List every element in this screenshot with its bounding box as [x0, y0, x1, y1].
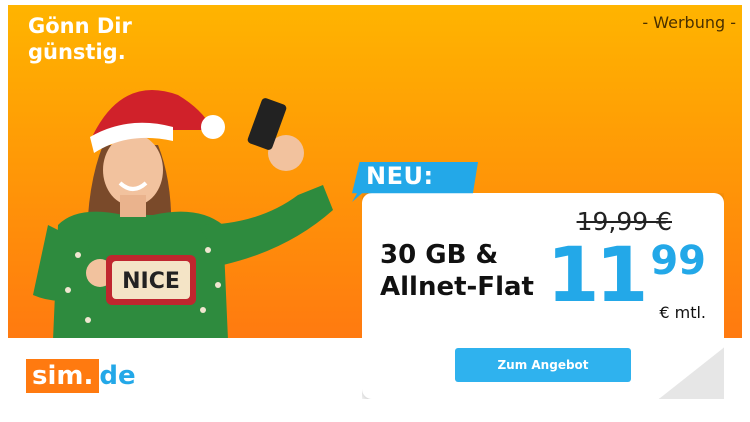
- offer-line-1: 30 GB &: [380, 240, 499, 270]
- logo-sim: sim.: [26, 359, 100, 393]
- price-integer: 11: [546, 230, 649, 319]
- price-decimal: 99: [650, 238, 706, 284]
- ad-label: - Werbung -: [642, 13, 736, 32]
- slogan: Gönn Dir günstig.: [28, 13, 132, 65]
- person-illustration: NICE: [33, 90, 333, 338]
- logo-de: de: [99, 361, 136, 391]
- offer-cta-button[interactable]: Zum Angebot: [455, 348, 631, 382]
- new-price: 11 99: [547, 237, 706, 313]
- new-5g-badge: NEU: 5G: [352, 162, 478, 218]
- sim-de-logo[interactable]: sim. de: [26, 356, 136, 396]
- badge-text: NEU: 5G: [366, 162, 434, 218]
- offer-card[interactable]: 30 GB & Allnet-Flat 19,99 € 11 99 € mtl. …: [362, 193, 724, 399]
- offer-line-2: Allnet-Flat: [380, 272, 534, 302]
- sweater-text: NICE: [122, 269, 180, 294]
- price-unit: € mtl.: [659, 303, 706, 322]
- slogan-line-2: günstig.: [28, 40, 126, 64]
- slogan-line-1: Gönn Dir: [28, 14, 132, 38]
- offer-description: 30 GB & Allnet-Flat: [380, 239, 534, 303]
